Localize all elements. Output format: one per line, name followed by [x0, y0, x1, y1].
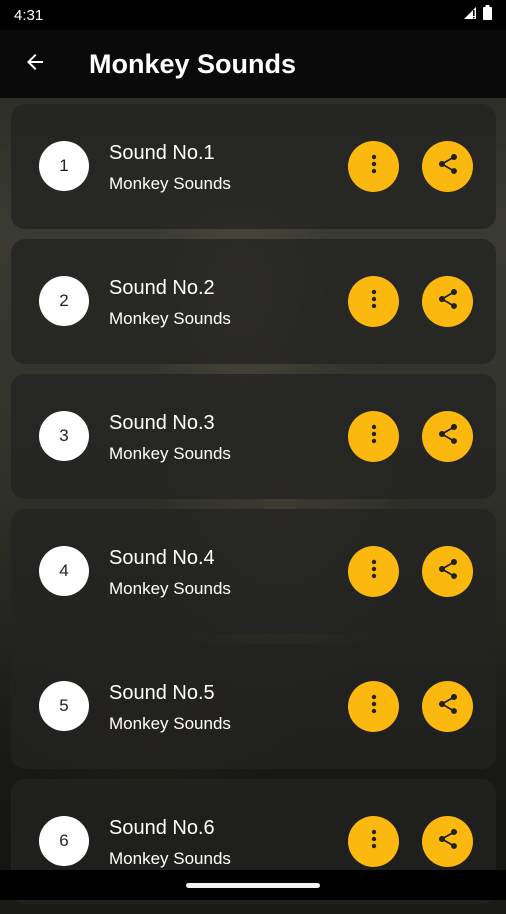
sound-number-badge: 5 — [39, 681, 89, 731]
more-options-button[interactable] — [348, 141, 399, 192]
share-button[interactable] — [422, 411, 473, 462]
app-bar: Monkey Sounds — [0, 30, 506, 98]
sound-title: Sound No.2 — [109, 277, 215, 299]
sound-title: Sound No.6 — [109, 817, 215, 839]
sound-title: Sound No.1 — [109, 142, 215, 164]
sound-card-3[interactable]: 3 Sound No.3 Monkey Sounds — [11, 374, 496, 499]
sound-title: Sound No.3 — [109, 412, 215, 434]
more-vert-icon — [362, 692, 386, 721]
share-icon — [436, 422, 460, 451]
share-icon — [436, 152, 460, 181]
navigation-bar — [0, 870, 506, 900]
share-icon — [436, 287, 460, 316]
sound-number-badge: 3 — [39, 411, 89, 461]
sound-card-4[interactable]: 4 Sound No.4 Monkey Sounds — [11, 509, 496, 634]
more-options-button[interactable] — [348, 276, 399, 327]
sound-card-2[interactable]: 2 Sound No.2 Monkey Sounds — [11, 239, 496, 364]
sound-subtitle: Monkey Sounds — [109, 174, 231, 193]
sound-title: Sound No.5 — [109, 682, 215, 704]
share-button[interactable] — [422, 816, 473, 867]
sound-number-badge: 6 — [39, 816, 89, 866]
more-options-button[interactable] — [348, 411, 399, 462]
sound-list: 1 Sound No.1 Monkey Sounds 2 Sound No.2 … — [11, 104, 496, 914]
sound-subtitle: Monkey Sounds — [109, 714, 231, 733]
status-bar: 4:31 — [0, 0, 506, 30]
more-options-button[interactable] — [348, 816, 399, 867]
status-time: 4:31 — [14, 6, 44, 24]
more-vert-icon — [362, 287, 386, 316]
sound-card-5[interactable]: 5 Sound No.5 Monkey Sounds — [11, 644, 496, 769]
more-options-button[interactable] — [348, 681, 399, 732]
sound-subtitle: Monkey Sounds — [109, 309, 231, 328]
sound-subtitle: Monkey Sounds — [109, 579, 231, 598]
status-icons — [463, 5, 492, 25]
sound-title: Sound No.4 — [109, 547, 215, 569]
back-button[interactable] — [0, 30, 70, 98]
sound-number-badge: 4 — [39, 546, 89, 596]
more-options-button[interactable] — [348, 546, 399, 597]
more-vert-icon — [362, 422, 386, 451]
share-icon — [436, 827, 460, 856]
share-icon — [436, 557, 460, 586]
sound-number-badge: 2 — [39, 276, 89, 326]
sound-card-1[interactable]: 1 Sound No.1 Monkey Sounds — [11, 104, 496, 229]
share-button[interactable] — [422, 546, 473, 597]
more-vert-icon — [362, 827, 386, 856]
sound-number-badge: 1 — [39, 141, 89, 191]
more-vert-icon — [362, 557, 386, 586]
share-button[interactable] — [422, 141, 473, 192]
sound-subtitle: Monkey Sounds — [109, 444, 231, 463]
arrow-back-icon — [23, 50, 47, 79]
share-button[interactable] — [422, 276, 473, 327]
signal-icon — [463, 6, 477, 25]
more-vert-icon — [362, 152, 386, 181]
share-icon — [436, 692, 460, 721]
page-title: Monkey Sounds — [89, 48, 297, 79]
home-gesture-handle[interactable] — [186, 882, 320, 888]
sound-subtitle: Monkey Sounds — [109, 849, 231, 868]
share-button[interactable] — [422, 681, 473, 732]
battery-icon — [483, 5, 492, 25]
